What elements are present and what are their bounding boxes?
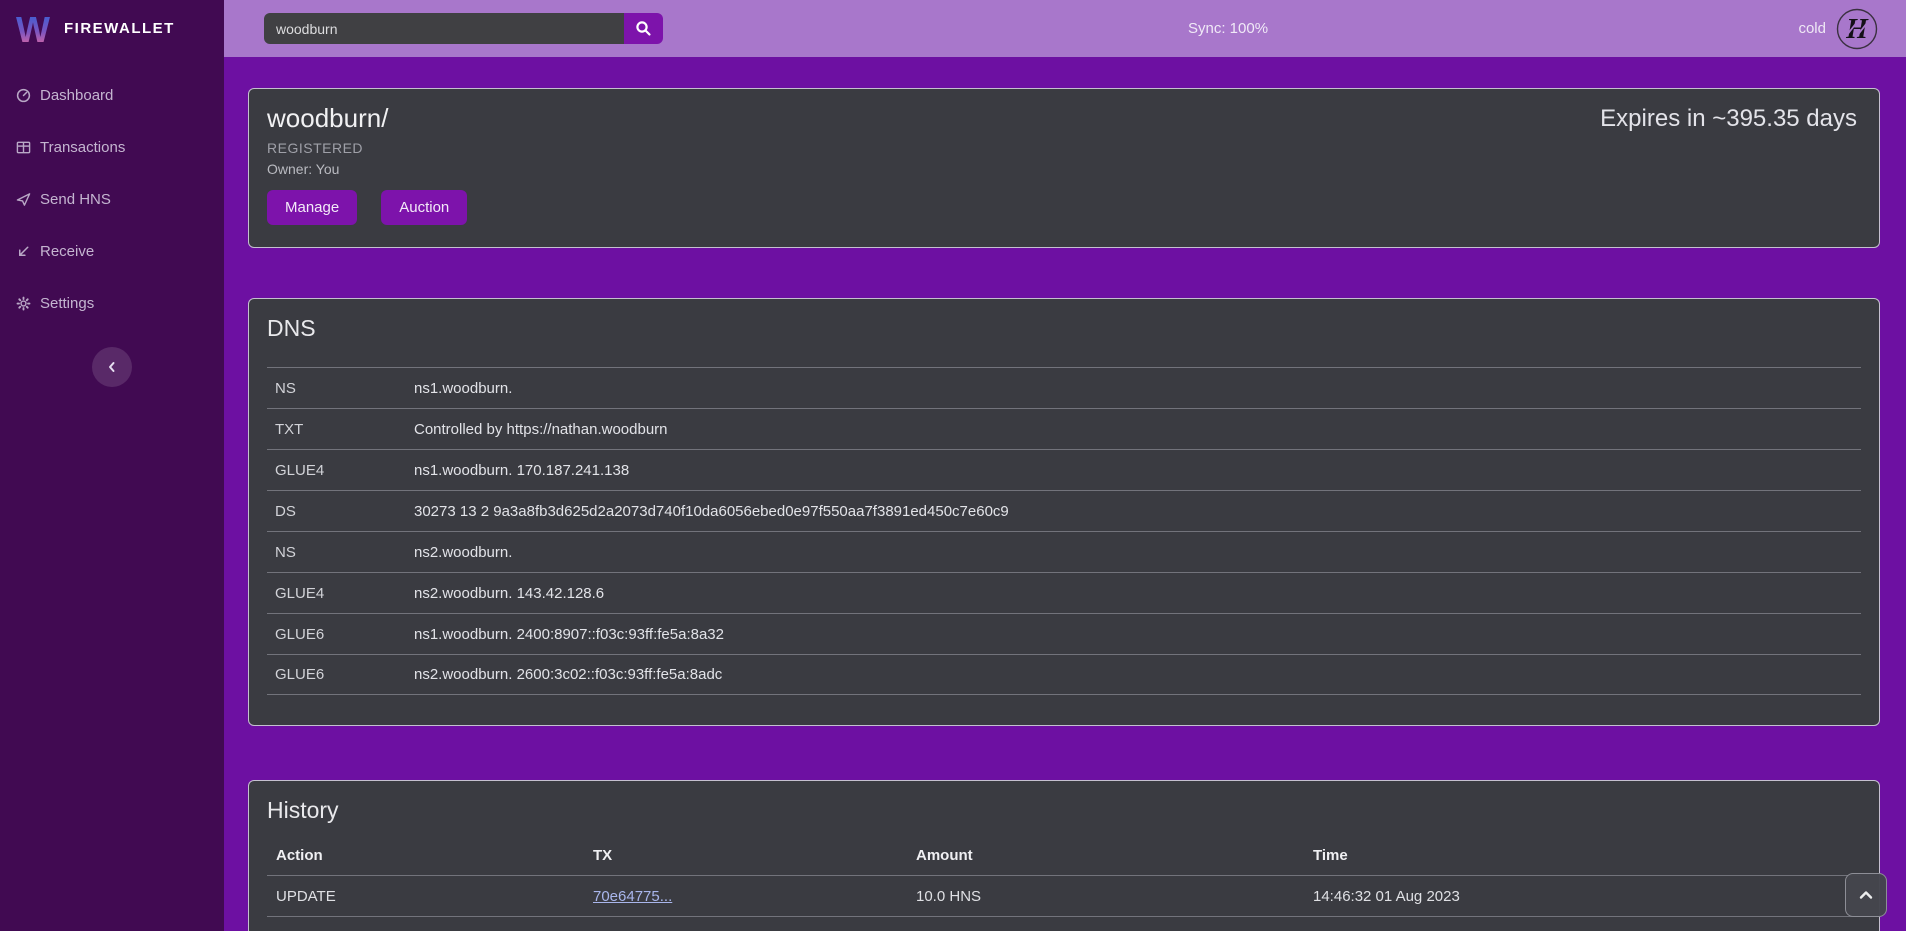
column-tx: TX xyxy=(584,847,907,864)
auction-button[interactable]: Auction xyxy=(381,190,467,225)
dns-record-type: GLUE6 xyxy=(267,666,414,683)
sidebar-nav: Dashboard Transactions Send HNS Receive xyxy=(0,84,224,344)
handshake-h-icon[interactable]: H xyxy=(1836,8,1878,50)
chevron-up-icon xyxy=(1858,889,1874,901)
settings-gear-icon xyxy=(16,296,31,311)
history-row: UPDATE 70e64775... 10.0 HNS 14:46:32 01 … xyxy=(267,875,1861,916)
dns-record-row: GLUE4 ns2.woodburn. 143.42.128.6 xyxy=(267,572,1861,613)
dns-record-type: GLUE4 xyxy=(267,585,414,602)
dns-record-value: ns2.woodburn. xyxy=(414,544,1861,561)
svg-text:H: H xyxy=(1845,14,1869,45)
search-button[interactable] xyxy=(624,13,663,44)
manage-button[interactable]: Manage xyxy=(267,190,357,225)
dns-record-row: TXT Controlled by https://nathan.woodbur… xyxy=(267,408,1861,449)
wallet-badge: cold H xyxy=(1798,0,1878,57)
history-table-header: Action TX Amount Time xyxy=(267,835,1861,875)
sidebar-item-receive[interactable]: Receive xyxy=(0,240,224,262)
sidebar-collapse-button[interactable] xyxy=(92,347,132,387)
dns-record-row: NS ns1.woodburn. xyxy=(267,367,1861,408)
sidebar-item-send-hns[interactable]: Send HNS xyxy=(0,188,224,210)
tx-link[interactable]: 70e64775... xyxy=(593,888,672,905)
history-time: 14:46:32 01 Aug 2023 xyxy=(1304,888,1861,905)
dns-record-type: GLUE6 xyxy=(267,626,414,643)
send-plane-icon xyxy=(16,192,31,207)
sidebar-item-label: Send HNS xyxy=(40,191,111,208)
sidebar-item-label: Settings xyxy=(40,295,94,312)
dns-record-type: NS xyxy=(267,544,414,561)
receive-arrow-icon xyxy=(16,244,31,259)
search-icon xyxy=(635,20,652,37)
sidebar-item-label: Dashboard xyxy=(40,87,113,104)
dns-record-row: NS ns2.woodburn. xyxy=(267,531,1861,572)
dns-record-value: ns1.woodburn. xyxy=(414,380,1861,397)
dns-record-type: DS xyxy=(267,503,414,520)
brand: W FIREWALLET xyxy=(0,0,224,57)
search-bar xyxy=(264,13,663,44)
history-table: Action TX Amount Time UPDATE 70e64775...… xyxy=(267,835,1861,931)
history-action: UPDATE xyxy=(267,888,584,905)
dns-record-type: GLUE4 xyxy=(267,462,414,479)
brand-name: FIREWALLET xyxy=(64,20,175,37)
chevron-left-icon xyxy=(105,360,119,374)
domain-expiry: Expires in ~395.35 days xyxy=(1600,105,1857,133)
dns-record-value: ns1.woodburn. 2400:8907::f03c:93ff:fe5a:… xyxy=(414,626,1861,643)
svg-text:W: W xyxy=(16,9,50,49)
dns-record-value: ns1.woodburn. 170.187.241.138 xyxy=(414,462,1861,479)
history-amount: 10.0 HNS xyxy=(907,888,1304,905)
dns-record-row: GLUE4 ns1.woodburn. 170.187.241.138 xyxy=(267,449,1861,490)
history-panel: History Action TX Amount Time UPDATE 70e… xyxy=(248,780,1880,931)
domain-status: REGISTERED xyxy=(267,140,1879,156)
firewallet-w-logo-icon: W xyxy=(13,9,53,49)
search-input[interactable] xyxy=(264,13,624,44)
dns-record-row: GLUE6 ns2.woodburn. 2600:3c02::f03c:93ff… xyxy=(267,654,1861,695)
domain-actions: Manage Auction xyxy=(267,190,1879,225)
sidebar-item-label: Receive xyxy=(40,243,94,260)
dns-record-row: GLUE6 ns1.woodburn. 2400:8907::f03c:93ff… xyxy=(267,613,1861,654)
sidebar-item-label: Transactions xyxy=(40,139,125,156)
domain-card: woodburn/ REGISTERED Owner: You Expires … xyxy=(248,88,1880,248)
dns-record-value: ns2.woodburn. 2600:3c02::f03c:93ff:fe5a:… xyxy=(414,666,1861,683)
topbar: Sync: 100% cold H xyxy=(224,0,1906,57)
dashboard-gauge-icon xyxy=(16,88,31,103)
sidebar-item-transactions[interactable]: Transactions xyxy=(0,136,224,158)
column-action: Action xyxy=(267,847,584,864)
column-time: Time xyxy=(1304,847,1861,864)
dns-record-value: ns2.woodburn. 143.42.128.6 xyxy=(414,585,1861,602)
history-heading: History xyxy=(267,795,1879,825)
dns-record-type: TXT xyxy=(267,421,414,438)
sync-status: Sync: 100% xyxy=(1188,0,1268,57)
sidebar-item-settings[interactable]: Settings xyxy=(0,292,224,314)
scroll-to-top-button[interactable] xyxy=(1845,873,1887,917)
wallet-mode-label: cold xyxy=(1798,20,1826,37)
dns-record-row: DS 30273 13 2 9a3a8fb3d625d2a2073d740f10… xyxy=(267,490,1861,531)
dns-record-value: Controlled by https://nathan.woodburn xyxy=(414,421,1861,438)
sidebar-item-dashboard[interactable]: Dashboard xyxy=(0,84,224,106)
dns-heading: DNS xyxy=(267,313,1879,343)
history-row: RENEW 47b4fd2... 10.0 HNS 15:47:06 07 Fe… xyxy=(267,916,1861,931)
transactions-table-icon xyxy=(16,140,31,155)
dns-record-value: 30273 13 2 9a3a8fb3d625d2a2073d740f10da6… xyxy=(414,503,1861,520)
domain-owner: Owner: You xyxy=(267,161,1879,177)
sidebar: W FIREWALLET Dashboard Transactions Send… xyxy=(0,0,224,931)
dns-record-type: NS xyxy=(267,380,414,397)
dns-panel: DNS NS ns1.woodburn. TXT Controlled by h… xyxy=(248,298,1880,726)
dns-table: NS ns1.woodburn. TXT Controlled by https… xyxy=(267,367,1861,695)
column-amount: Amount xyxy=(907,847,1304,864)
